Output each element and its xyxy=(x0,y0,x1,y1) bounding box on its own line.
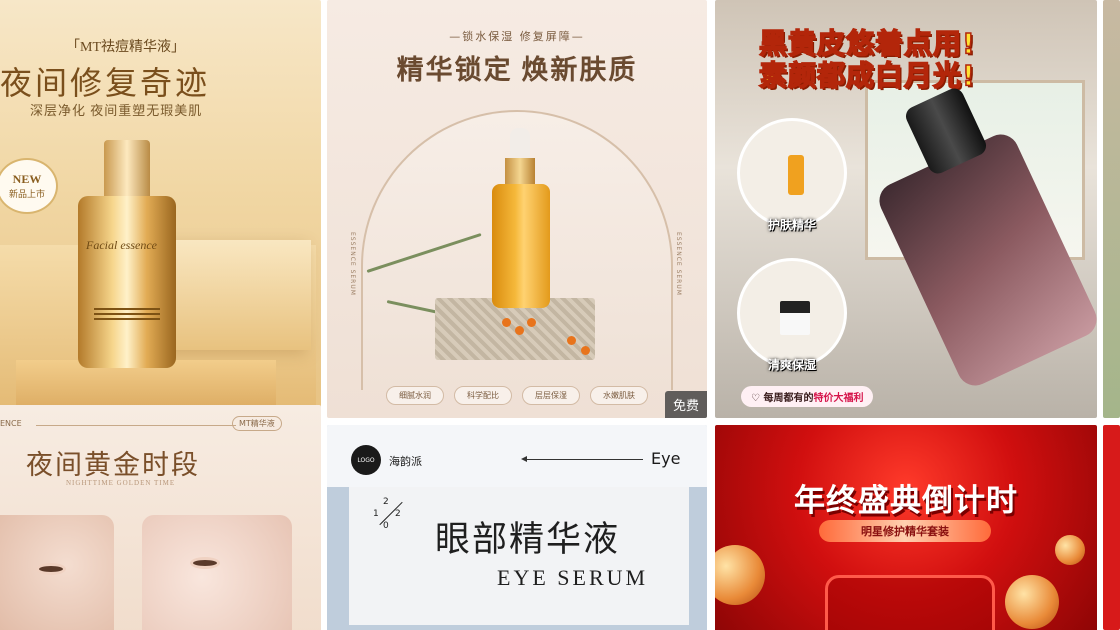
side-text-right: ESSENCE SERUM xyxy=(675,232,682,296)
eye-detail xyxy=(36,563,66,575)
card-title: 夜间修复奇迹 xyxy=(0,65,211,101)
promo-highlight: 特价大福利 xyxy=(813,393,864,404)
template-card-year-end-sale[interactable]: 年终盛典倒计时 明星修护精华套装 xyxy=(715,425,1097,630)
number-digit: 1 xyxy=(373,509,379,519)
dropper-collar-image xyxy=(505,158,535,186)
number-digit: 2 xyxy=(383,497,389,507)
number-digit: 2 xyxy=(395,509,401,519)
subtitle-pill: 明星修护精华套装 xyxy=(819,520,991,542)
card-title: 精华锁定 焕新肤质 xyxy=(396,55,638,85)
model-eye-photo xyxy=(0,515,114,630)
free-badge: 免费 xyxy=(664,391,707,418)
mini-serum-bottle-image xyxy=(788,155,804,195)
feature-chip: 层层保湿 xyxy=(522,386,580,405)
new-badge-label: NEW xyxy=(12,172,42,186)
sea-buckthorn-berry xyxy=(581,346,590,355)
card-subtitle: NIGHTTIME GOLDEN TIME xyxy=(66,479,176,487)
bubble-label: 护肤精华 xyxy=(767,218,816,232)
template-card-essence-lock[interactable]: —锁水保湿 修复屏障— 精华锁定 焕新肤质 ESSENCE SERUM ESSE… xyxy=(327,0,707,418)
brand-name: 海韵派 xyxy=(389,455,422,468)
header-bar: LOGO 海韵派 Eye xyxy=(327,425,707,487)
product-bubble-lotion: 清爽保湿 xyxy=(737,258,847,372)
card-title: 年终盛典倒计时 xyxy=(794,483,1018,519)
gold-bottle-image: Facial essence xyxy=(78,196,176,368)
promo-banner: ♡ 每周都有的特价大福利 xyxy=(741,386,874,407)
headline-line-2: 素颜都成白月光! xyxy=(758,58,976,93)
template-gallery-grid: 「MT祛痘精华液」 夜间修复奇迹 深层净化 夜间重塑无瑕美肌 NEW 新品上市 … xyxy=(0,0,1120,630)
eye-label: Eye xyxy=(651,449,681,468)
mini-lotion-bottle-image xyxy=(780,301,810,335)
gold-ornament xyxy=(1055,535,1085,565)
bottle-label: Facial essence xyxy=(86,238,157,252)
bottle-pump-image xyxy=(104,140,150,198)
heart-icon: ♡ xyxy=(751,393,764,404)
template-card-golden-time[interactable]: ENCE MT精华液 夜间黄金时段 NIGHTTIME GOLDEN TIME xyxy=(0,405,321,630)
new-badge-sub: 新品上市 xyxy=(8,190,45,200)
brand-tag: 「MT祛痘精华液」 xyxy=(66,40,185,55)
gold-ornament xyxy=(1005,575,1059,629)
header-text: ENCE xyxy=(0,419,22,428)
promo-prefix: 每周都有的 xyxy=(763,393,814,404)
side-text-left: ESSENCE SERUM xyxy=(349,232,356,296)
sea-buckthorn-berry xyxy=(502,318,511,327)
logo-badge: LOGO xyxy=(351,445,381,475)
feature-chip: 科学配比 xyxy=(454,386,512,405)
gold-podium-block xyxy=(161,240,311,350)
bottle-fine-print xyxy=(94,308,160,310)
header-divider xyxy=(36,425,236,426)
product-bubble-serum: 护肤精华 xyxy=(737,118,847,232)
title-panel: 2 1 2 0 眼部精华液 EYE SERUM xyxy=(349,487,689,625)
card-subtitle: 深层净化 夜间重塑无瑕美肌 xyxy=(30,103,203,118)
template-card-perfume[interactable]: 黑黄皮悠着点用! 素颜都成白月光! 护肤精华 清爽保湿 ♡ 每周都有的特价大福利 xyxy=(715,0,1097,418)
model-face-photo xyxy=(142,515,292,630)
top-tagline: —锁水保湿 修复屏障— xyxy=(449,30,585,43)
template-card-eye-serum[interactable]: LOGO 海韵派 Eye 2 1 2 0 眼部精华液 EYE SERUM xyxy=(327,425,707,630)
eye-detail xyxy=(190,557,220,569)
feature-chips: 细腻水润 科学配比 层层保湿 水嫩肌肤 xyxy=(327,386,707,405)
template-card-partial[interactable] xyxy=(1103,425,1120,630)
feature-chip: 细腻水润 xyxy=(386,386,444,405)
dropper-bulb-image xyxy=(510,128,530,162)
arrow-left-icon xyxy=(521,456,643,462)
header-tag: MT精华液 xyxy=(232,416,282,431)
template-card-night-repair[interactable]: 「MT祛痘精华液」 夜间修复奇迹 深层净化 夜间重塑无瑕美肌 NEW 新品上市 … xyxy=(0,0,321,418)
gold-ornament xyxy=(715,545,765,605)
sea-buckthorn-berry xyxy=(527,318,536,327)
feature-chip: 水嫩肌肤 xyxy=(590,386,648,405)
new-badge: NEW 新品上市 xyxy=(0,158,58,214)
sea-buckthorn-berry xyxy=(567,336,576,345)
amber-serum-bottle-image xyxy=(492,184,550,308)
title-chinese: 眼部精华液 xyxy=(435,520,621,559)
sea-buckthorn-berry xyxy=(515,326,524,335)
display-stage xyxy=(825,575,995,630)
number-mark: 2 1 2 0 xyxy=(373,497,407,531)
title-english: EYE SERUM xyxy=(497,565,649,590)
number-digit: 0 xyxy=(383,521,389,531)
bubble-label: 清爽保湿 xyxy=(767,358,816,372)
card-title: 夜间黄金时段 xyxy=(26,450,200,480)
template-card-partial[interactable] xyxy=(1103,0,1120,418)
